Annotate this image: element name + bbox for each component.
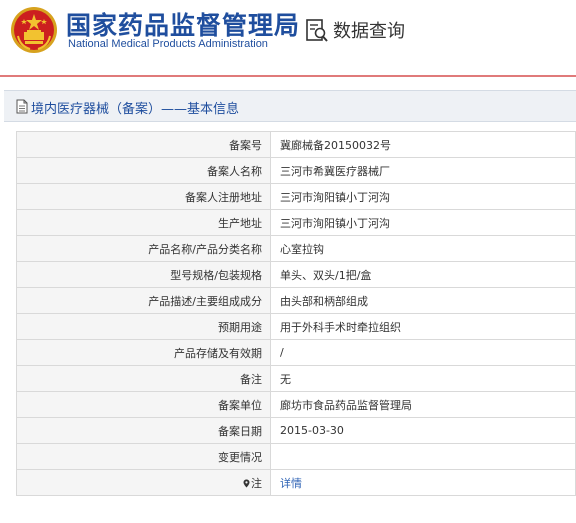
row-value: 2015-03-30: [270, 417, 576, 444]
table-row: 备案人注册地址 三河市洵阳镇小丁河沟: [16, 183, 576, 210]
table-row: 生产地址 三河市洵阳镇小丁河沟: [16, 209, 576, 236]
table-row: 产品名称/产品分类名称 心室拉钩: [16, 235, 576, 262]
note-value-cell: 详情: [270, 469, 576, 496]
brand-title-cn: 国家药品监督管理局: [66, 11, 301, 40]
table-row: 备案号 冀廊械备20150032号: [16, 131, 576, 158]
row-value: 无: [270, 365, 576, 392]
table-row: 备案单位 廊坊市食品药品监督管理局: [16, 391, 576, 418]
row-label: 备案日期: [16, 417, 271, 444]
row-value: 三河市洵阳镇小丁河沟: [270, 209, 576, 236]
row-label: 型号规格/包装规格: [16, 261, 271, 288]
row-label: 产品描述/主要组成成分: [16, 287, 271, 314]
row-label: 备注: [16, 365, 271, 392]
row-label: 产品存储及有效期: [16, 339, 271, 366]
row-label: 备案人名称: [16, 157, 271, 184]
location-pin-icon: [243, 479, 250, 487]
note-label: 注: [251, 476, 262, 490]
table-row: 备注无: [16, 365, 576, 392]
table-row: 备案人名称 三河市希冀医疗器械厂: [16, 157, 576, 184]
row-value: 单头、双头/1把/盒: [270, 261, 576, 288]
table-row: 产品存储及有效期 /: [16, 339, 576, 366]
section-title: 境内医疗器械（备案）——基本信息: [31, 102, 240, 117]
row-label: 预期用途: [16, 313, 271, 340]
row-value: 冀廊械备20150032号: [270, 131, 576, 158]
row-label: 产品名称/产品分类名称: [16, 235, 271, 262]
row-value: 由头部和柄部组成: [270, 287, 576, 314]
row-value: 三河市希冀医疗器械厂: [270, 157, 576, 184]
row-label: 生产地址: [16, 209, 271, 236]
data-query-icon: [306, 19, 328, 42]
section-title-bar: 境内医疗器械（备案）——基本信息: [4, 90, 576, 122]
row-value: [270, 443, 576, 470]
table-row: 产品描述/主要组成成分 由头部和柄部组成: [16, 287, 576, 314]
brand-title-en: National Medical Products Administration: [68, 38, 268, 50]
row-label: 备案人注册地址: [16, 183, 271, 210]
row-value: 三河市洵阳镇小丁河沟: [270, 183, 576, 210]
national-emblem-icon: [11, 7, 57, 53]
table-row: 变更情况: [16, 443, 576, 470]
document-icon: [16, 99, 28, 114]
note-row: 注 详情: [16, 469, 576, 496]
table-row: 预期用途 用于外科手术时牵拉组织: [16, 313, 576, 340]
row-label: 备案号: [16, 131, 271, 158]
row-value: /: [270, 339, 576, 366]
details-link[interactable]: 详情: [280, 477, 302, 490]
row-value: 廊坊市食品药品监督管理局: [270, 391, 576, 418]
row-value: 心室拉钩: [270, 235, 576, 262]
row-value: 用于外科手术时牵拉组织: [270, 313, 576, 340]
table-row: 备案日期 2015-03-30: [16, 417, 576, 444]
note-label-cell: 注: [16, 469, 271, 496]
row-label: 变更情况: [16, 443, 271, 470]
header-divider: [0, 75, 576, 77]
data-query-link[interactable]: 数据查询: [305, 17, 405, 43]
site-header: 国家药品监督管理局 National Medical Products Admi…: [0, 0, 576, 68]
data-query-label[interactable]: 数据查询: [333, 17, 405, 43]
row-label: 备案单位: [16, 391, 271, 418]
table-row: 型号规格/包装规格 单头、双头/1把/盒: [16, 261, 576, 288]
device-info-table: 备案号 冀廊械备20150032号 备案人名称 三河市希冀医疗器械厂 备案人注册地址…: [16, 131, 576, 496]
